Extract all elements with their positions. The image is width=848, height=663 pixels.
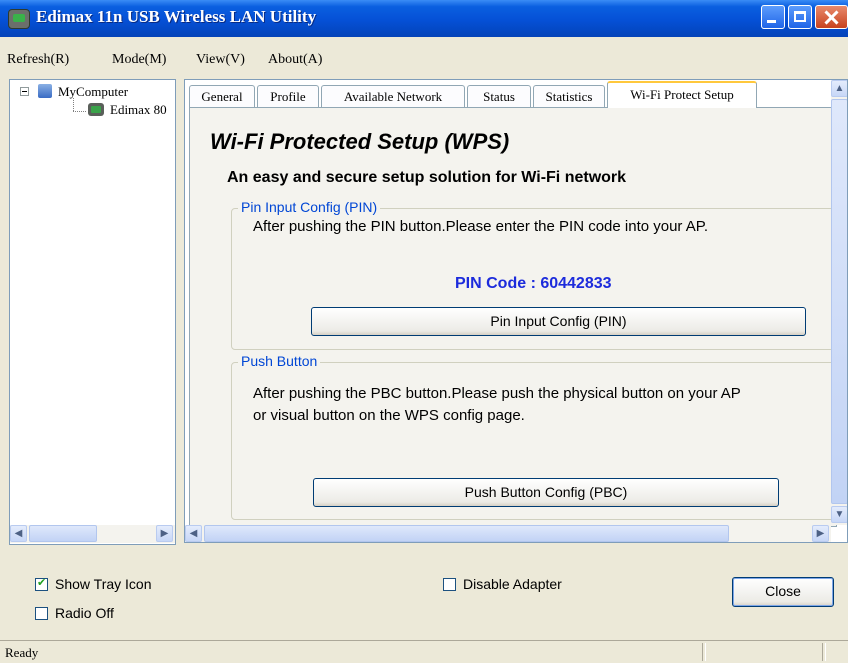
- menu-mode[interactable]: Mode(M): [112, 52, 166, 68]
- menu-view[interactable]: View(V): [196, 52, 245, 68]
- scroll-left-arrow-icon[interactable]: ◀: [10, 525, 27, 542]
- radio-off-label: Radio Off: [55, 605, 114, 621]
- menu-bar: Refresh(R) Mode(M) View(V) About(A): [0, 37, 848, 71]
- main-panel: General Profile Available Network Status…: [184, 79, 848, 543]
- maximize-button[interactable]: [788, 5, 812, 29]
- show-tray-icon-label: Show Tray Icon: [55, 576, 152, 592]
- tree-connector: [73, 111, 86, 112]
- scroll-right-arrow-icon[interactable]: ▶: [812, 525, 829, 542]
- device-tree[interactable]: MyComputer Edimax 80 ◀ ▶: [9, 79, 176, 545]
- wps-heading: Wi-Fi Protected Setup (WPS): [210, 129, 510, 154]
- title-bar[interactable]: Edimax 11n USB Wireless LAN Utility: [0, 0, 848, 37]
- status-text: Ready: [5, 645, 39, 660]
- main-vertical-scrollbar[interactable]: ▲ ▼: [831, 80, 847, 525]
- menu-refresh[interactable]: Refresh(R): [7, 52, 69, 68]
- app-icon: [8, 9, 30, 29]
- tree-horizontal-scrollbar[interactable]: ◀ ▶: [10, 525, 175, 543]
- pin-code: PIN Code : 60442833: [455, 275, 612, 292]
- scroll-left-arrow-icon[interactable]: ◀: [185, 525, 202, 542]
- collapse-icon[interactable]: [20, 87, 29, 96]
- tab-available-network[interactable]: Available Network: [321, 85, 465, 107]
- scroll-down-arrow-icon[interactable]: ▼: [831, 506, 847, 523]
- checkbox-unchecked-icon[interactable]: [35, 607, 48, 620]
- scroll-right-arrow-icon[interactable]: ▶: [156, 525, 173, 542]
- scrollbar-thumb[interactable]: [29, 525, 97, 542]
- wps-subheading: An easy and secure setup solution for Wi…: [227, 169, 627, 186]
- usb-adapter-icon: [88, 103, 104, 116]
- tree-connector: [73, 98, 74, 111]
- scrollbar-thumb[interactable]: [204, 525, 729, 542]
- disable-adapter-label: Disable Adapter: [463, 576, 562, 592]
- status-divider: [702, 643, 706, 661]
- minimize-button[interactable]: [761, 5, 785, 29]
- menu-about[interactable]: About(A): [268, 52, 322, 68]
- computer-icon: [38, 84, 52, 98]
- main-horizontal-scrollbar[interactable]: ◀ ▶: [185, 525, 831, 542]
- scrollbar-thumb[interactable]: [831, 99, 847, 504]
- push-button-config-button[interactable]: Push Button Config (PBC): [313, 478, 779, 507]
- tree-root-label: MyComputer: [58, 84, 129, 99]
- tree-child-label: Edimax 80: [110, 102, 167, 117]
- pin-group-legend: Pin Input Config (PIN): [238, 199, 381, 215]
- scroll-up-arrow-icon[interactable]: ▲: [831, 80, 847, 97]
- checkbox-checked-icon[interactable]: [35, 576, 48, 591]
- tab-status[interactable]: Status: [467, 85, 531, 107]
- pbc-description-line1: After pushing the PBC button.Please push…: [253, 385, 741, 402]
- pin-input-config-button[interactable]: Pin Input Config (PIN): [311, 307, 806, 336]
- tab-statistics[interactable]: Statistics: [533, 85, 605, 107]
- pbc-description-line2: or visual button on the WPS config page.: [253, 407, 525, 424]
- status-divider: [822, 643, 826, 661]
- tab-wifi-protect-setup[interactable]: Wi-Fi Protect Setup: [607, 81, 757, 108]
- pin-description: After pushing the PIN button.Please ente…: [253, 218, 709, 235]
- close-window-button[interactable]: [815, 5, 848, 29]
- status-bar: Ready: [0, 640, 848, 663]
- window-title: Edimax 11n USB Wireless LAN Utility: [36, 7, 317, 26]
- close-button[interactable]: Close: [732, 577, 834, 607]
- tab-profile[interactable]: Profile: [257, 85, 319, 107]
- checkbox-unchecked-icon[interactable]: [443, 578, 456, 591]
- pbc-group-legend: Push Button: [238, 353, 321, 369]
- tab-general[interactable]: General: [189, 85, 255, 107]
